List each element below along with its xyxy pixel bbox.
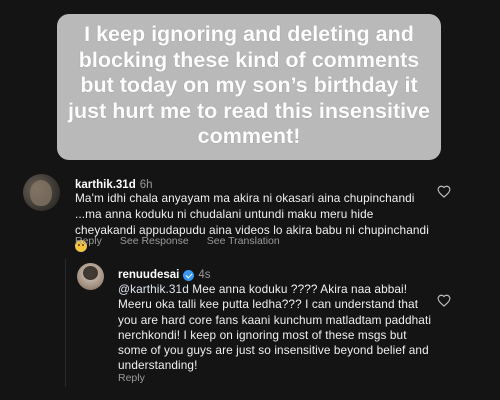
caption-banner: I keep ignoring and deleting and blockin… [57, 14, 441, 160]
mention-link[interactable]: @karthik.31d [118, 282, 189, 296]
username[interactable]: renuudesai [118, 269, 179, 281]
comment-thread-screen: I keep ignoring and deleting and blockin… [0, 0, 500, 400]
heart-outline-icon[interactable] [437, 294, 451, 307]
comment-body: Ma'm idhi chala anyayam ma akira ni okas… [75, 191, 429, 237]
comment-actions: Reply [118, 372, 145, 384]
reply-button[interactable]: Reply [75, 235, 102, 247]
comment-header: renuudesai 4s [118, 269, 211, 281]
avatar[interactable] [77, 263, 104, 290]
timestamp: 4s [198, 269, 211, 281]
comment-text: @karthik.31d Mee anna koduku ???? Akira … [118, 282, 438, 374]
heart-outline-icon[interactable] [437, 185, 451, 198]
caption-text: I keep ignoring and deleting and blockin… [68, 22, 430, 148]
comment-actions: Reply See Response See Translation [75, 235, 298, 247]
avatar[interactable] [23, 174, 60, 211]
see-translation-button[interactable]: See Translation [207, 235, 280, 247]
reply-button[interactable]: Reply [118, 372, 145, 384]
verified-badge-icon [183, 269, 195, 281]
see-response-button[interactable]: See Response [120, 235, 189, 247]
